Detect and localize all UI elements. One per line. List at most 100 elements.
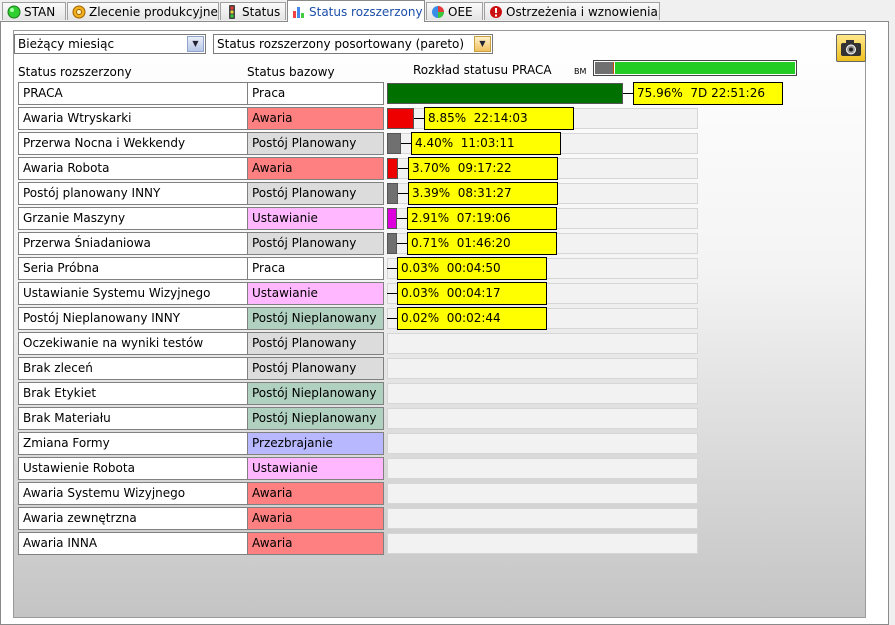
table-row[interactable]: Brak Materiału Postój Nieplanowany [18, 407, 858, 430]
status-value-label: 3.39% 08:31:27 [408, 182, 558, 205]
label-connector [397, 243, 407, 244]
period-value: Bieżący miesiąc [18, 37, 115, 51]
table-row[interactable]: Postój Nieplanowany INNY Postój Nieplanow… [18, 307, 858, 330]
label-connector [387, 268, 397, 269]
extended-status-cell: Awaria Systemu Wizyjnego [18, 482, 248, 505]
base-status-cell: Ustawianie [247, 457, 384, 480]
chevron-down-icon[interactable]: ▼ [187, 36, 204, 52]
tab-bar: STAN Zlecenie produkcyjne Status Status … [0, 0, 895, 22]
tab-stan[interactable]: STAN [2, 2, 66, 20]
duration-text: 01:46:20 [456, 236, 511, 250]
base-status-cell: Postój Planowany [247, 182, 384, 205]
tab-panel: Bieżący miesiąc ▼ Status rozszerzony pos… [0, 21, 889, 625]
extended-status-cell: Przerwa Śniadaniowa [18, 232, 248, 255]
table-row[interactable]: Awaria zewnętrzna Awaria [18, 507, 858, 530]
status-value-label: 0.02% 00:02:44 [397, 307, 547, 330]
table-row[interactable]: PRACA Praca 75.96% 7D 22:51:26 [18, 82, 858, 105]
tab-zlecenie-produkcyjne[interactable]: Zlecenie produkcyjne [67, 2, 219, 20]
bar-chart-icon [293, 7, 304, 18]
percent-text: 0.03% [401, 261, 440, 275]
bm-gauge-gray [595, 62, 613, 74]
table-row[interactable]: Ustawienie Robota Ustawianie [18, 457, 858, 480]
chevron-down-icon[interactable]: ▼ [474, 36, 491, 52]
tab-status-rozszerzony[interactable]: Status rozszerzony [287, 0, 425, 22]
bar-track [387, 483, 698, 504]
extended-status-cell: Brak zleceń [18, 357, 248, 380]
extended-status-cell: Awaria Wtryskarki [18, 107, 248, 130]
base-status-cell: Postój Nieplanowany [247, 382, 384, 405]
base-status-cell: Awaria [247, 107, 384, 130]
extended-status-cell: Seria Próbna [18, 257, 248, 280]
label-connector [398, 168, 408, 169]
label-connector [397, 218, 407, 219]
extended-status-cell: Awaria INNA [18, 532, 248, 555]
table-row[interactable]: Grzanie Maszyny Ustawianie 2.91% 07:19:06 [18, 207, 858, 230]
duration-text: 11:03:11 [460, 136, 515, 150]
extended-status-cell: Postój planowany INNY [18, 182, 248, 205]
extended-status-cell: Oczekiwanie na wyniki testów [18, 332, 248, 355]
extended-status-cell: Awaria Robota [18, 157, 248, 180]
duration-text: 07:19:06 [456, 211, 511, 225]
base-status-cell: Awaria [247, 507, 384, 530]
duration-text: 00:04:50 [446, 261, 501, 275]
table-row[interactable]: Oczekiwanie na wyniki testów Postój Plano… [18, 332, 858, 355]
bar-track [387, 333, 698, 354]
status-bar [387, 208, 397, 229]
tab-label: Status [242, 5, 281, 19]
table-row[interactable]: Brak zleceń Postój Planowany [18, 357, 858, 380]
table-row[interactable]: Seria Próbna Praca 0.03% 00:04:50 [18, 257, 858, 280]
status-value-label: 75.96% 7D 22:51:26 [633, 82, 783, 105]
table-row[interactable]: Awaria INNA Awaria [18, 532, 858, 555]
base-status-cell: Ustawianie [247, 207, 384, 230]
table-row[interactable]: Przerwa Śniadaniowa Postój Planowany 0.71%… [18, 232, 858, 255]
tab-label: OEE [448, 5, 473, 19]
duration-text: 00:02:44 [446, 311, 501, 325]
table-row[interactable]: Postój planowany INNY Postój Planowany 3.3… [18, 182, 858, 205]
bar-track [387, 508, 698, 529]
table-row[interactable]: Ustawianie Systemu Wizyjnego Ustawianie 0.… [18, 282, 858, 305]
percent-text: 2.91% [411, 211, 450, 225]
period-select[interactable]: Bieżący miesiąc ▼ [14, 34, 206, 54]
bm-gauge-green [615, 62, 795, 74]
extended-status-cell: Ustawianie Systemu Wizyjnego [18, 282, 248, 305]
base-status-cell: Awaria [247, 482, 384, 505]
extended-status-cell: Ustawienie Robota [18, 457, 248, 480]
status-value-label: 0.03% 00:04:50 [397, 257, 547, 280]
table-row[interactable]: Awaria Systemu Wizyjnego Awaria [18, 482, 858, 505]
header-extended-status: Status rozszerzony [18, 65, 132, 79]
view-select[interactable]: Status rozszerzony posortowany (pareto) … [213, 34, 493, 54]
gear-icon [72, 5, 86, 19]
base-status-cell: Praca [247, 257, 384, 280]
table-row[interactable]: Zmiana Formy Przezbrajanie [18, 432, 858, 455]
bar-track [387, 433, 698, 454]
duration-text: 08:31:27 [457, 186, 512, 200]
status-value-label: 4.40% 11:03:11 [411, 132, 561, 155]
table-row[interactable]: Brak Etykiet Postój Nieplanowany [18, 382, 858, 405]
tab-ostrzezenia-i-wznowienia[interactable]: Ostrzeżenia i wznowienia [484, 2, 660, 20]
status-value-label: 3.70% 09:17:22 [408, 157, 558, 180]
percent-text: 4.40% [415, 136, 454, 150]
tab-label: Ostrzeżenia i wznowienia [506, 5, 658, 19]
table-row[interactable]: Przerwa Nocna i Wekkendy Postój Planowany… [18, 132, 858, 155]
table-row[interactable]: Awaria Robota Awaria 3.70% 09:17:22 [18, 157, 858, 180]
tab-oee[interactable]: OEE [426, 2, 483, 20]
view-value: Status rozszerzony posortowany (pareto) [217, 37, 465, 51]
label-connector [398, 193, 408, 194]
base-status-cell: Przezbrajanie [247, 432, 384, 455]
tab-label: Status rozszerzony [309, 5, 423, 19]
tab-label: STAN [24, 5, 56, 19]
table-row[interactable]: Awaria Wtryskarki Awaria 8.85% 22:14:03 [18, 107, 858, 130]
tab-status[interactable]: Status [220, 2, 286, 20]
percent-text: 75.96% [637, 86, 683, 100]
pie-chart-icon [432, 6, 444, 18]
base-status-cell: Postój Planowany [247, 332, 384, 355]
percent-text: 0.03% [401, 286, 440, 300]
status-bar [387, 83, 623, 104]
bar-track [387, 383, 698, 404]
camera-button[interactable] [836, 34, 866, 62]
header-base-status: Status bazowy [247, 65, 335, 79]
label-connector [387, 293, 397, 294]
percent-text: 3.70% [412, 161, 451, 175]
percent-text: 0.71% [411, 236, 450, 250]
bm-gauge-marker [613, 62, 614, 74]
